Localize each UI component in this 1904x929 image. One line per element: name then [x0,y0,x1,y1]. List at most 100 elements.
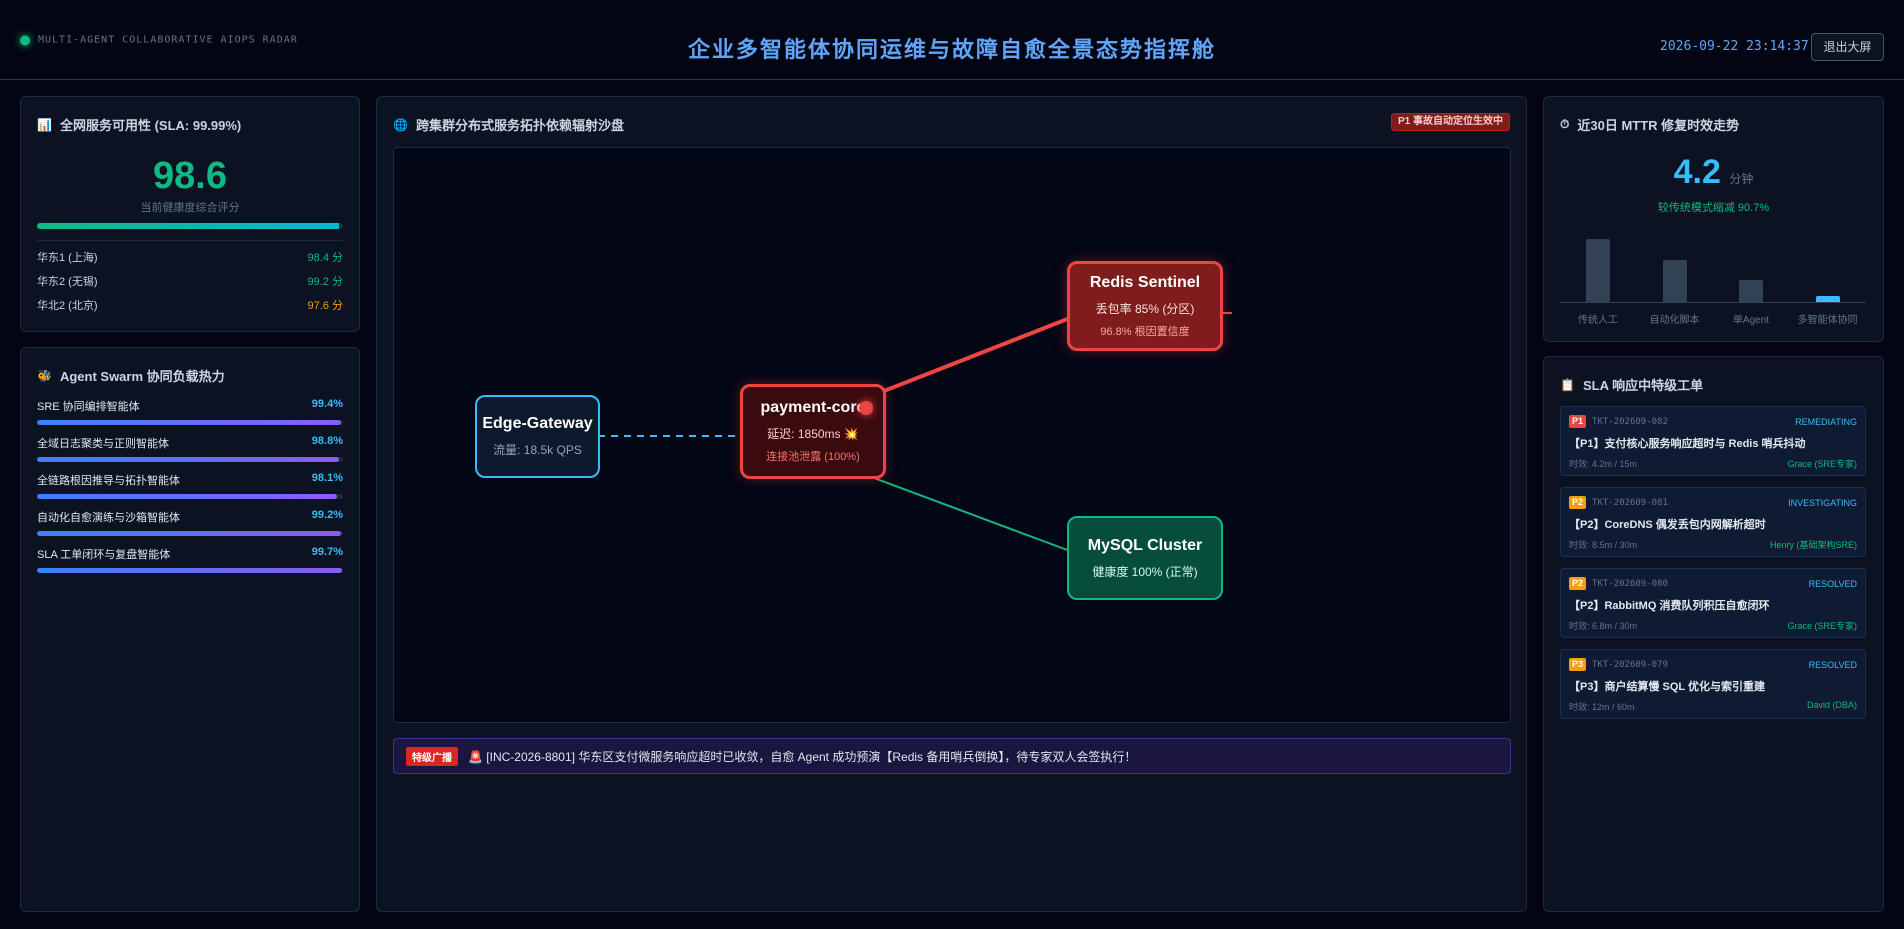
node-metric: 健康度 100% (正常) [1092,564,1198,579]
agent-row[interactable]: SRE 协同编排智能体 99.4% [37,398,343,425]
mttr-bar [1739,279,1764,302]
node-name: Edge-Gateway [482,415,593,432]
ticket-card[interactable]: P1 TKT-202609-082 REMEDIATING 【P1】支付核心服务响应超… [1560,406,1866,476]
ticket-priority-badge: P1 [1569,415,1587,428]
tickets-panel-title: SLA 响应中特级工单 [1582,378,1704,393]
ticket-title: 【P2】CoreDNS 偶发丢包内网解析超时 [1569,519,1766,531]
ticket-title: 【P3】商户结算慢 SQL 优化与索引重建 [1569,681,1765,693]
mttr-axis-line [1560,302,1866,303]
mttr-value: 4.2 [1673,153,1721,191]
exit-fullscreen-button[interactable]: 退出大屏 [1811,33,1884,61]
mttr-bar [1586,239,1611,302]
ticket-card[interactable]: P2 TKT-202609-081 INVESTIGATING 【P2】CoreDNS… [1560,487,1866,557]
ticket-priority-badge: P2 [1569,496,1587,509]
ticket-sla: 时效: 6.8m / 30m [1569,621,1638,631]
node-redis-sentinel[interactable]: Redis Sentinel 丢包率 85% (分区) 96.8% 根因置信度 [1067,261,1223,351]
agent-name: 自动化自愈演练与沙箱智能体 [37,512,180,524]
ticket-id: TKT-202609-081 [1592,497,1668,508]
health-progress-fill [37,223,339,229]
ticket-title: 【P1】支付核心服务响应超时与 Redis 哨兵抖动 [1569,438,1806,450]
region-name: 华东2 (无锡) [37,276,98,288]
ticket-id: TKT-202609-080 [1592,578,1668,589]
p1-incident-badge: P1 事故自动定位生效中 [1390,113,1510,131]
top-header: MULTI-AGENT COLLABORATIVE AIOPS RADAR 企业… [0,0,1904,80]
agent-name: SLA 工单闭环与复盘智能体 [37,549,171,561]
ticket-sla: 时效: 8.5m / 30m [1569,540,1638,550]
ticket-owner: David (DBA) [1806,700,1857,710]
topology-panel: 🌐 跨集群分布式服务拓扑依赖辐射沙盘 P1 事故自动定位生效中 Edge-Gat… [376,96,1527,912]
mttr-panel: ⏱ 近30日 MTTR 修复时效走势 4.2 分钟 较传统模式缩减 90.7% … [1543,96,1884,342]
mttr-unit: 分钟 [1729,172,1754,186]
alert-indicator-icon [859,401,873,415]
ticket-priority-badge: P3 [1569,658,1587,671]
datetime-display: 2026-09-22 23:14:37 [1660,39,1809,54]
node-confidence: 96.8% 根因置信度 [1100,325,1190,338]
mttr-category-label: 单Agent [1732,315,1770,326]
agent-load-fill [37,568,343,573]
agent-load-value: 99.4% [311,398,343,410]
region-row: 华东2 (无锡) 99.2 分 [37,273,343,289]
mttr-panel-title: 近30日 MTTR 修复时效走势 [1577,118,1740,133]
region-name: 华北2 (北京) [37,300,98,312]
agent-load-value: 98.1% [311,472,343,484]
node-metric: 丢包率 85% (分区) [1095,301,1195,316]
agent-load-bar [37,420,343,425]
chart-icon: 📊 [37,117,52,132]
agent-load-bar [37,531,343,536]
ticket-card[interactable]: P3 TKT-202609-079 RESOLVED 【P3】商户结算慢 SQL 优化… [1560,649,1866,719]
broadcast-banner: 特级广播 🚨 [INC-2026-8801] 华东区支付微服务响应超时已收敛，自… [393,738,1511,774]
ticket-sla: 时效: 4.2m / 15m [1569,459,1638,469]
node-payment-core[interactable]: payment-core 延迟: 1850ms 💥 连接池泄露 (100%) [740,384,886,479]
ticket-status: INVESTIGATING [1788,497,1857,508]
ticket-id: TKT-202609-082 [1592,416,1668,427]
health-score: 98.6 [153,155,227,197]
health-panel-title: 全网服务可用性 (SLA: 99.99%) [59,118,242,133]
health-score-label: 当前健康度综合评分 [140,202,240,214]
node-mysql-cluster[interactable]: MySQL Cluster 健康度 100% (正常) [1067,516,1223,600]
ticket-priority-badge: P2 [1569,577,1587,590]
health-progress-bar [37,223,343,229]
ticket-owner: Henry (基础架构SRE) [1769,540,1857,550]
ticket-card[interactable]: P2 TKT-202609-080 RESOLVED 【P2】RabbitMQ 消费队… [1560,568,1866,638]
broadcast-text: 🚨 [INC-2026-8801] 华东区支付微服务响应超时已收敛，自愈 Age… [468,749,1137,764]
mttr-category-label: 自动化脚本 [1649,315,1700,326]
agent-name: 全链路根因推导与拓扑智能体 [37,475,180,487]
agent-load-value: 98.8% [311,435,343,447]
agent-row[interactable]: SLA 工单闭环与复盘智能体 99.7% [37,546,343,573]
agent-load-fill [37,457,340,462]
node-name: payment-core [760,399,866,416]
globe-icon: 🌐 [393,117,408,132]
swarm-icon: 🐝 [37,368,52,383]
edge-payment-mysql [873,477,1071,552]
agent-load-value: 99.7% [311,546,343,558]
agent-row[interactable]: 全链路根因推导与拓扑智能体 98.1% [37,472,343,499]
agent-load-bar [37,494,343,499]
region-score: 98.4 分 [307,252,343,264]
ticket-status: REMEDIATING [1795,416,1857,427]
agent-load-bar [37,457,343,462]
tickets-panel: 📋 SLA 响应中特级工单 P1 TKT-202609-082 REMEDIATIN… [1543,356,1884,912]
agent-row[interactable]: 自动化自愈演练与沙箱智能体 99.2% [37,509,343,536]
agent-load-fill [37,420,342,425]
node-metric: 延迟: 1850ms 💥 [767,427,859,441]
ticket-status: RESOLVED [1808,578,1857,589]
ticket-title: 【P2】RabbitMQ 消费队列积压自愈闭环 [1569,600,1770,612]
agent-load-panel: 🐝 Agent Swarm 协同负载热力 SRE 协同编排智能体 99.4% 全域日… [20,347,360,912]
ticket-id: TKT-202609-079 [1592,659,1668,670]
topology-canvas[interactable]: Edge-Gateway 流量: 18.5k QPS payment-core … [393,147,1511,723]
health-panel: 📊 全网服务可用性 (SLA: 99.99%) 98.6 当前健康度综合评分 华… [20,96,360,332]
agent-name: 全域日志聚类与正则智能体 [37,438,169,450]
region-name: 华东1 (上海) [37,252,98,264]
mttr-category-label: 多智能体协同 [1797,315,1858,326]
stopwatch-icon: ⏱ [1560,117,1570,131]
region-row: 华北2 (北京) 97.6 分 [37,297,343,313]
node-edge-gateway[interactable]: Edge-Gateway 流量: 18.5k QPS [475,395,600,478]
ticket-status: RESOLVED [1808,659,1857,670]
edge-payment-redis [883,316,1071,393]
broadcast-tag: 特级广播 [406,746,458,766]
agent-row[interactable]: 全域日志聚类与正则智能体 98.8% [37,435,343,462]
node-name: Redis Sentinel [1089,273,1201,291]
node-metric: 流量: 18.5k QPS [493,443,582,457]
node-name: MySQL Cluster [1087,536,1203,554]
page-title: 企业多智能体协同运维与故障自愈全景态势指挥舱 [687,37,1216,62]
